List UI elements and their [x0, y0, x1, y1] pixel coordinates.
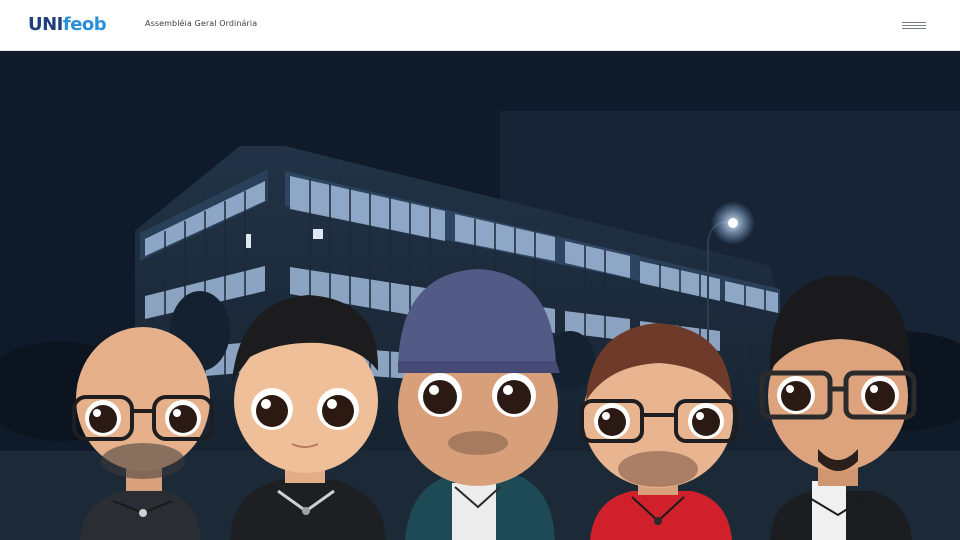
hero-scene — [0, 51, 960, 540]
hamburger-menu-icon-line — [902, 22, 926, 23]
page-subtitle: Assembléia Geral Ordinária — [145, 19, 258, 28]
hamburger-menu-icon-line — [902, 28, 926, 29]
unifeob-logo[interactable]: UNIfeob — [28, 13, 107, 37]
logo-text-pre: UNI — [28, 14, 63, 35]
hamburger-menu-icon-line — [902, 25, 926, 26]
logo-text-post: feob — [62, 14, 107, 35]
avatar-red-shirt-glasses — [580, 323, 738, 540]
avatar-cap — [398, 269, 560, 540]
hero-banner — [0, 51, 960, 540]
top-header: UNIfeob Assembléia Geral Ordinária — [0, 0, 960, 51]
hamburger-menu-button[interactable] — [900, 18, 928, 34]
avatar-dark-hair — [230, 295, 386, 540]
